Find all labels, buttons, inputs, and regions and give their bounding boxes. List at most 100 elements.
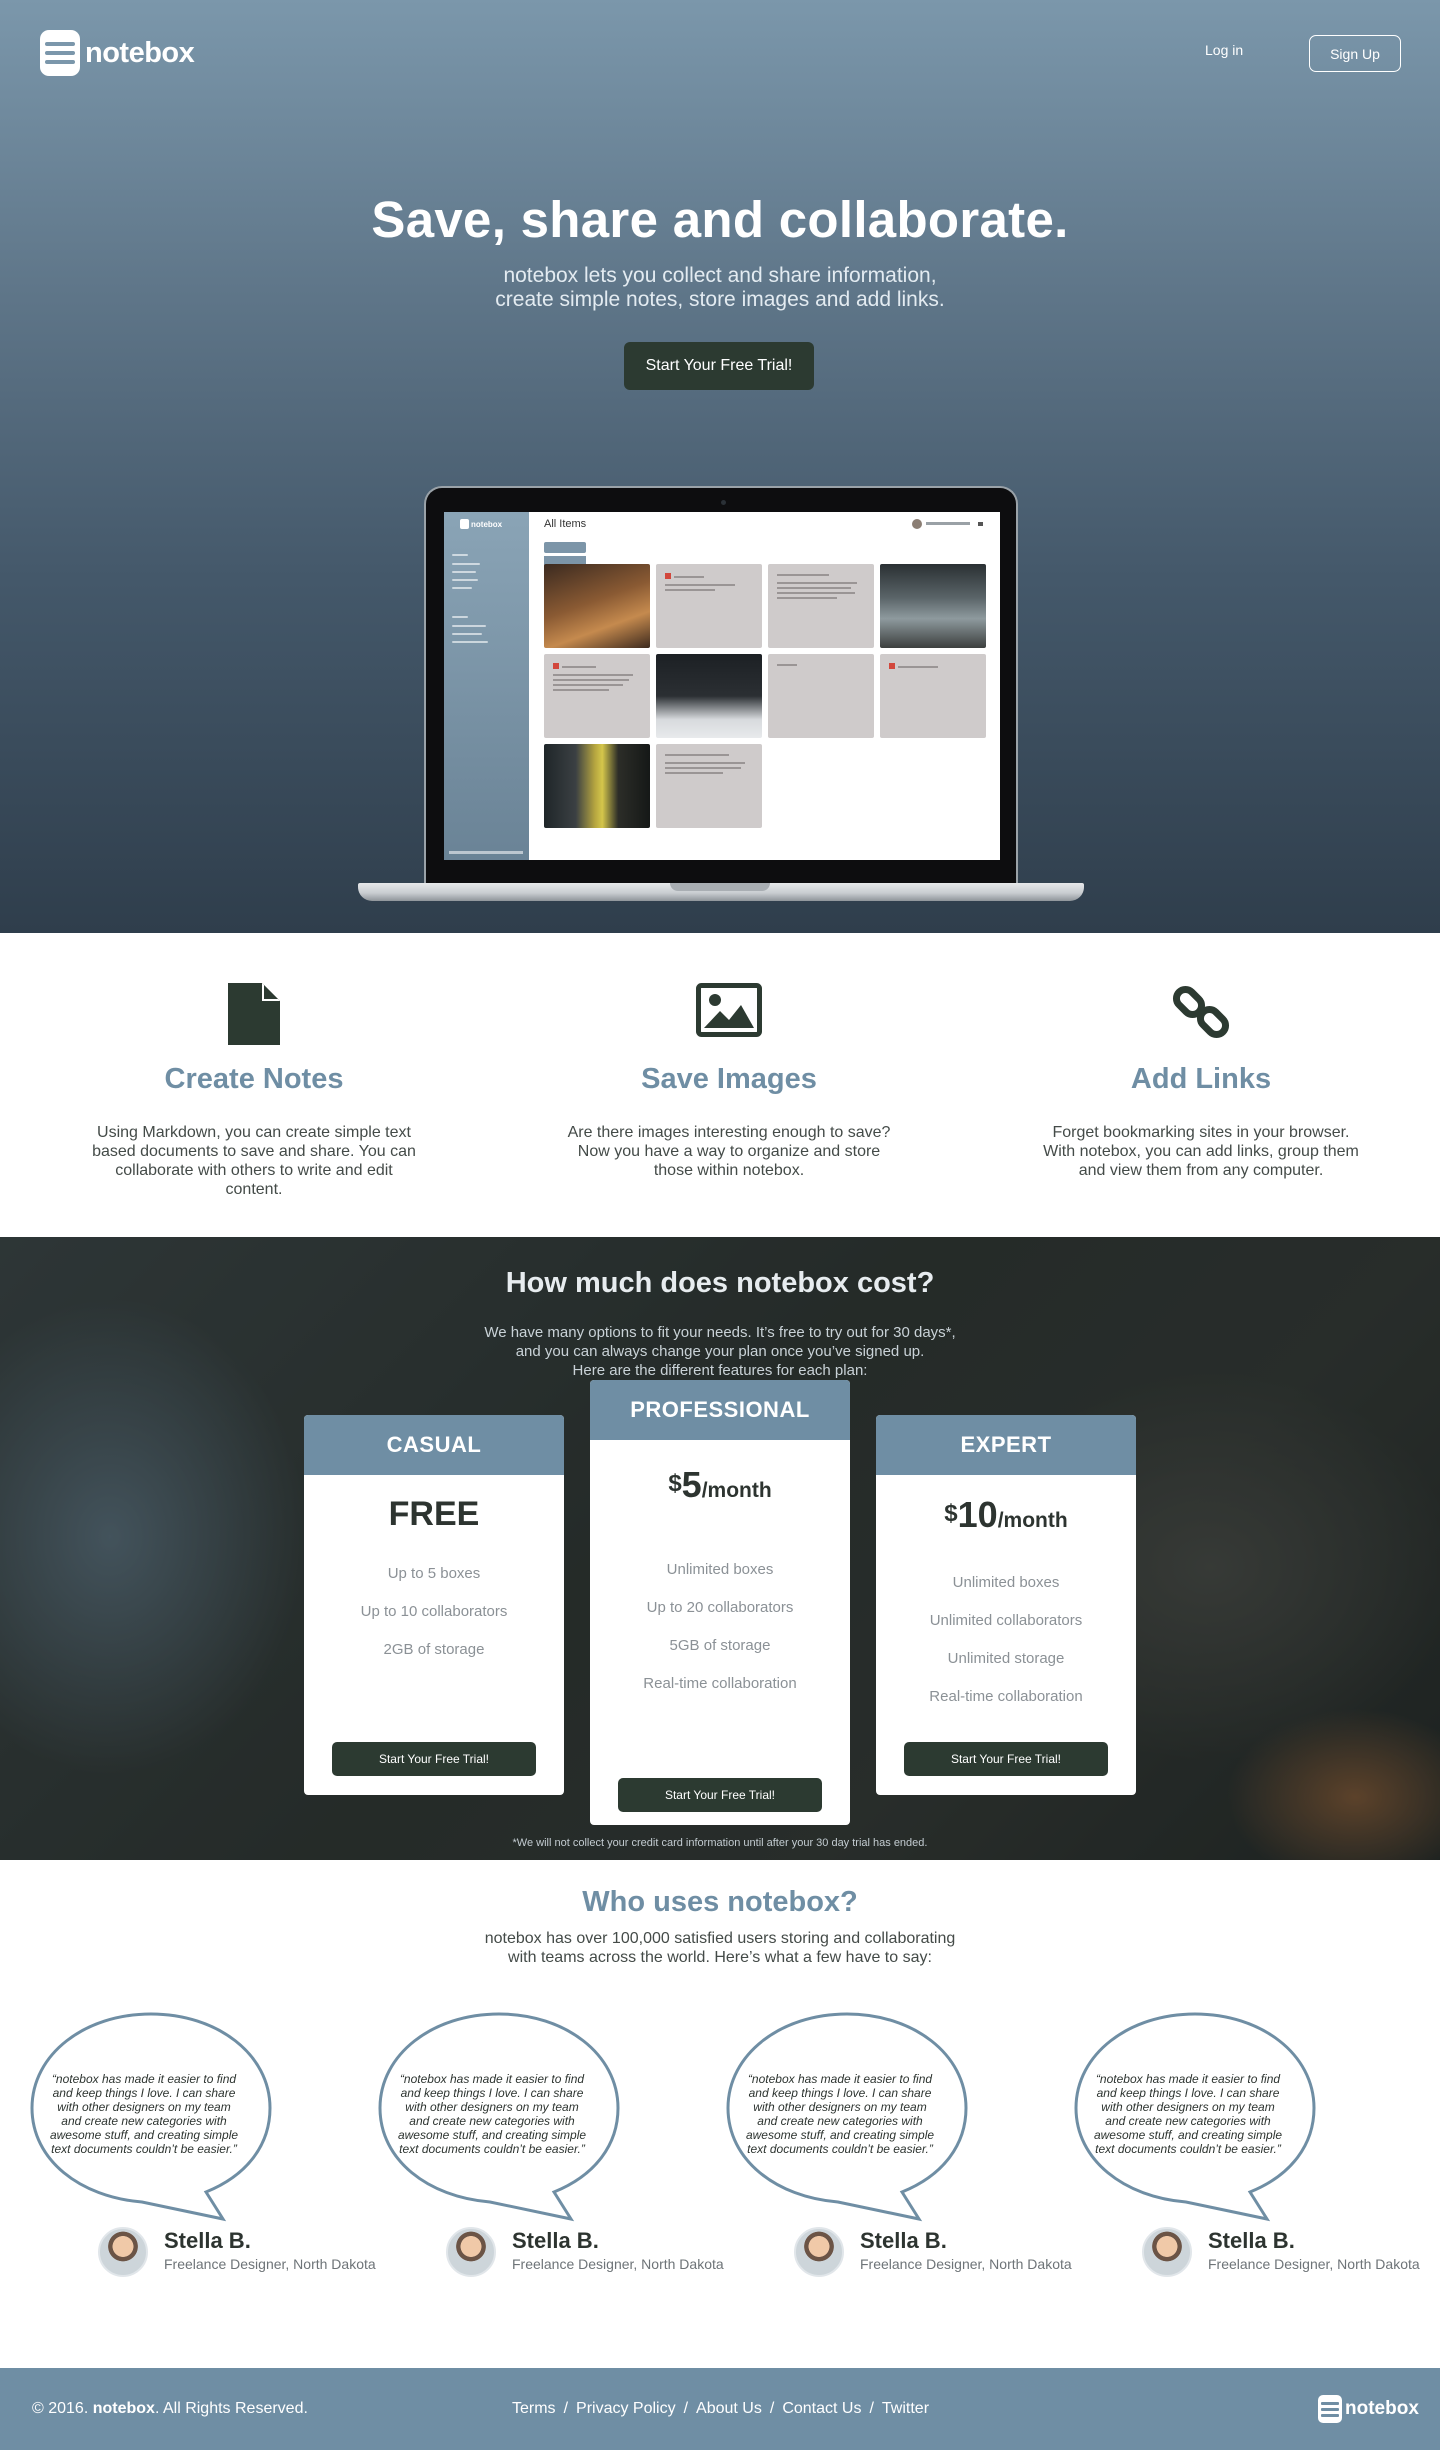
price-amount: 5: [681, 1464, 702, 1505]
site-footer: © 2016. notebox. All Rights Reserved. Te…: [0, 2368, 1440, 2450]
tile-text: [665, 772, 723, 774]
avatar: [1142, 2227, 1192, 2277]
tile-text: [665, 767, 741, 769]
feature-description: Using Markdown, you can create simple te…: [92, 1124, 416, 1198]
tile-text: [665, 754, 729, 756]
hero-subtitle: notebox lets you collect and share infor…: [420, 264, 1020, 312]
app-screenshot: notebox All Items: [444, 512, 1000, 860]
copyright: © 2016. notebox. All Rights Reserved.: [32, 2400, 308, 2418]
signup-button[interactable]: Sign Up: [1309, 35, 1401, 72]
document-icon: [228, 983, 280, 1045]
feature-title: Save Images: [641, 1063, 817, 1095]
grid-tile-note: [768, 564, 874, 648]
testimonial-card: “notebox has made it easier to find and …: [696, 1860, 1072, 2368]
app-new-button: [544, 542, 586, 553]
tile-text: [777, 574, 829, 576]
sidebar-item: [452, 563, 480, 565]
notebox-logo-icon: [40, 30, 80, 76]
plan-price: FREE: [388, 1495, 480, 1533]
plan-feature: Unlimited storage: [947, 1650, 1065, 1667]
testimonial-quote: “notebox has made it easier to find and …: [397, 2072, 587, 2156]
tile-text: [665, 762, 745, 764]
hero-subtitle-line1: notebox lets you collect and share infor…: [503, 264, 937, 287]
footer-link-about[interactable]: About Us: [696, 2400, 762, 2418]
site-favicon-icon: [665, 573, 671, 579]
testimonial-quote: “notebox has made it easier to find and …: [1093, 2072, 1283, 2156]
plan-feature: Real-time collaboration: [643, 1675, 797, 1692]
sidebar-item: [452, 587, 472, 589]
plan-name: CASUAL: [304, 1415, 564, 1475]
tile-text: [665, 584, 735, 586]
person-name: Stella B.: [164, 2228, 251, 2253]
testimonial-quote: “notebox has made it easier to find and …: [49, 2072, 239, 2156]
footer-nav: Terms / Privacy Policy / About Us / Cont…: [512, 2400, 929, 2418]
hero-trial-button[interactable]: Start Your Free Trial!: [624, 342, 814, 390]
grid-tile-photo: [544, 744, 650, 828]
footer-link-twitter[interactable]: Twitter: [882, 2400, 929, 2418]
pricing-subtitle-line3: Here are the different features for each…: [572, 1362, 868, 1379]
person-name: Stella B.: [1208, 2228, 1295, 2253]
footer-link-terms[interactable]: Terms: [512, 2400, 556, 2418]
grid-tile-link: [544, 654, 650, 738]
app-logo-text: notebox: [471, 519, 503, 529]
plan-feature: Up to 5 boxes: [387, 1565, 481, 1582]
plan-card-expert: EXPERT $10/month Unlimited boxes Unlimit…: [876, 1415, 1136, 1795]
pricing-footnote: *We will not collect your credit card in…: [512, 1837, 928, 1849]
plan-trial-button[interactable]: Start Your Free Trial!: [618, 1778, 822, 1812]
grid-tile-photo: [656, 654, 762, 738]
plan-feature: Up to 20 collaborators: [646, 1599, 794, 1616]
plan-trial-button[interactable]: Start Your Free Trial!: [904, 1742, 1108, 1776]
price-amount: 10: [957, 1494, 998, 1535]
footer-link-contact[interactable]: Contact Us: [782, 2400, 861, 2418]
image-icon: [696, 983, 762, 1037]
site-favicon-icon: [889, 663, 895, 669]
person-name: Stella B.: [860, 2228, 947, 2253]
feature-title: Create Notes: [164, 1063, 344, 1095]
pricing-title: How much does notebox cost?: [505, 1267, 935, 1299]
price-period: /month: [997, 1509, 1068, 1532]
person-role: Freelance Designer, North Dakota: [860, 2256, 1072, 2272]
footer-link-privacy[interactable]: Privacy Policy: [576, 2400, 676, 2418]
tile-text: [553, 689, 609, 691]
header-logo[interactable]: notebox: [40, 30, 195, 76]
tile-text: [553, 679, 629, 681]
price-currency: $: [944, 1500, 958, 1527]
laptop-notch: [670, 883, 770, 891]
app-logo: notebox: [460, 519, 502, 529]
person-role: Freelance Designer, North Dakota: [164, 2256, 376, 2272]
pricing-section: How much does notebox cost? We have many…: [0, 1237, 1440, 1860]
sidebar-footer: [449, 851, 523, 854]
grid-tile-photo: [880, 564, 986, 648]
copyright-brand: notebox: [92, 2400, 155, 2417]
pricing-subtitle: We have many options to fit your needs. …: [440, 1323, 1000, 1380]
feature-title: Add Links: [1130, 1063, 1272, 1095]
footer-separator: /: [683, 2400, 689, 2417]
testimonials-section: Who uses notebox? notebox has over 100,0…: [0, 1860, 1440, 2368]
testimonial-card: “notebox has made it easier to find and …: [0, 1860, 376, 2368]
footer-separator: /: [769, 2400, 775, 2417]
app-logo-icon: [460, 519, 469, 529]
testimonial-quote: “notebox has made it easier to find and …: [745, 2072, 935, 2156]
plan-trial-button[interactable]: Start Your Free Trial!: [332, 1742, 536, 1776]
sidebar-item: [452, 641, 488, 643]
plan-name: EXPERT: [876, 1415, 1136, 1475]
tile-text: [553, 684, 623, 686]
plan-feature: Unlimited collaborators: [929, 1612, 1083, 1629]
login-link[interactable]: Log in: [1205, 42, 1243, 58]
footer-logo-text: notebox: [1345, 2398, 1419, 2419]
app-user-name: [926, 522, 970, 525]
footer-separator: /: [563, 2400, 569, 2417]
pricing-subtitle-line1: We have many options to fit your needs. …: [484, 1324, 956, 1341]
tile-text: [777, 597, 837, 599]
notebox-logo-icon: [1318, 2395, 1342, 2423]
sidebar-item: [452, 633, 482, 635]
tile-text: [777, 592, 855, 594]
plan-price: $10/month: [876, 1493, 1136, 1544]
feature-description: Forget bookmarking sites in your browser…: [1043, 1124, 1359, 1179]
plan-card-casual: CASUAL FREE Up to 5 boxes Up to 10 colla…: [304, 1415, 564, 1795]
sidebar-item: [452, 571, 476, 573]
app-user-dropdown-icon: [978, 522, 983, 526]
footer-logo[interactable]: notebox: [1318, 2395, 1419, 2423]
plan-feature: Real-time collaboration: [929, 1688, 1083, 1705]
testimonial-card: “notebox has made it easier to find and …: [1044, 1860, 1420, 2368]
